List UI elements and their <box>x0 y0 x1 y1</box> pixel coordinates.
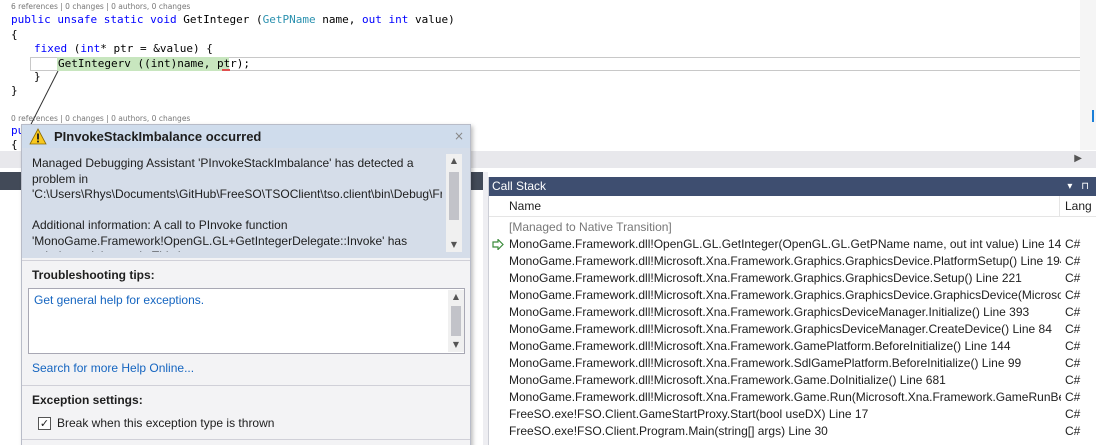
current-frame-arrow-icon <box>492 239 504 250</box>
search-help-online-link[interactable]: Search for more Help Online... <box>32 361 194 375</box>
codelens-info[interactable]: 0 references | 0 changes | 0 authors, 0 … <box>11 114 190 123</box>
frame-language: C# <box>1065 237 1081 251</box>
tips-scrollbar[interactable]: ▲ ▼ <box>448 290 464 352</box>
frame-name: MonoGame.Framework.dll!Microsoft.Xna.Fra… <box>509 373 946 387</box>
frame-language: C# <box>1065 339 1081 353</box>
call-stack-titlebar[interactable]: Call Stack ▾ ⊓ <box>489 177 1096 196</box>
break-on-exception-label[interactable]: Break when this exception type is thrown <box>57 416 274 430</box>
codelens-info[interactable]: 6 references | 0 changes | 0 authors, 0 … <box>11 2 190 11</box>
frame-name: MonoGame.Framework.dll!Microsoft.Xna.Fra… <box>509 322 1052 336</box>
window-options-icon[interactable]: ▾ ⊓ <box>1067 177 1092 196</box>
frame-language: C# <box>1065 356 1081 370</box>
break-on-exception-checkbox[interactable]: ✓ <box>38 417 51 430</box>
close-icon[interactable]: × <box>454 127 464 145</box>
scroll-marker <box>1092 110 1094 122</box>
scroll-thumb[interactable] <box>451 306 461 336</box>
troubleshooting-tips-list: Get general help for exceptions. ▲ ▼ <box>28 288 465 354</box>
frame-name: FreeSO.exe!FSO.Client.Program.Main(strin… <box>509 424 828 438</box>
call-stack-row[interactable]: MonoGame.Framework.dll!Microsoft.Xna.Fra… <box>489 270 1096 287</box>
call-stack-row[interactable]: MonoGame.Framework.dll!Microsoft.Xna.Fra… <box>489 372 1096 389</box>
column-divider[interactable] <box>1059 196 1060 216</box>
code-line-brace: { <box>11 138 18 151</box>
call-stack-title: Call Stack <box>492 179 547 193</box>
popup-header: PInvokeStackImbalance occurred × <box>22 125 470 148</box>
column-header-name[interactable]: Name <box>509 196 541 216</box>
frame-language: C# <box>1065 271 1081 285</box>
call-stack-row[interactable]: FreeSO.exe!FSO.Client.Program.Main(strin… <box>489 423 1096 440</box>
exception-helper-popup: PInvokeStackImbalance occurred × Managed… <box>21 124 471 445</box>
frame-name: [Managed to Native Transition] <box>509 220 672 234</box>
frame-name: MonoGame.Framework.dll!Microsoft.Xna.Fra… <box>509 339 1011 353</box>
call-stack-row[interactable]: FreeSO.exe!FSO.Client.GameStartProxy.Sta… <box>489 406 1096 423</box>
frame-name: MonoGame.Framework.dll!Microsoft.Xna.Fra… <box>509 254 1061 268</box>
frame-language: C# <box>1065 407 1081 421</box>
tips-heading: Troubleshooting tips: <box>32 268 155 282</box>
message-scrollbar[interactable]: ▲ ▼ <box>446 154 462 252</box>
frame-language: C# <box>1065 305 1081 319</box>
frame-name: MonoGame.Framework.dll!OpenGL.GL.GetInte… <box>509 237 1061 251</box>
general-help-link[interactable]: Get general help for exceptions. <box>34 293 204 307</box>
frame-name: MonoGame.Framework.dll!Microsoft.Xna.Fra… <box>509 288 1061 302</box>
error-squiggle <box>222 69 230 71</box>
code-line-fixed: fixed (int* ptr = &value) { <box>34 42 213 55</box>
frame-name: FreeSO.exe!FSO.Client.GameStartProxy.Sta… <box>509 407 869 421</box>
code-line-brace: } <box>34 70 41 83</box>
scroll-up-icon[interactable]: ▲ <box>446 154 462 168</box>
scroll-thumb[interactable] <box>449 172 459 220</box>
scroll-up-icon[interactable]: ▲ <box>448 290 464 304</box>
message-paragraph: Managed Debugging Assistant 'PInvokeStac… <box>32 156 442 201</box>
call-stack-row[interactable]: MonoGame.Framework.dll!Microsoft.Xna.Fra… <box>489 287 1096 304</box>
call-stack-header: Name Lang <box>489 196 1096 217</box>
scroll-right-icon[interactable]: ▶ <box>1074 153 1082 164</box>
scroll-down-icon[interactable]: ▼ <box>448 338 464 352</box>
call-stack-row[interactable]: [Managed to Native Transition] <box>489 219 1096 236</box>
call-stack-row[interactable]: MonoGame.Framework.dll!Microsoft.Xna.Fra… <box>489 389 1096 406</box>
frame-language: C# <box>1065 322 1081 336</box>
scroll-down-icon[interactable]: ▼ <box>446 238 462 252</box>
warning-icon <box>29 128 47 145</box>
frame-name: MonoGame.Framework.dll!Microsoft.Xna.Fra… <box>509 390 1061 404</box>
frame-language: C# <box>1065 288 1081 302</box>
frame-language: C# <box>1065 254 1081 268</box>
frame-language: C# <box>1065 373 1081 387</box>
call-stack-row[interactable]: MonoGame.Framework.dll!Microsoft.Xna.Fra… <box>489 355 1096 372</box>
message-paragraph: Additional information: A call to PInvok… <box>32 218 408 252</box>
divider <box>22 385 470 386</box>
frame-name: MonoGame.Framework.dll!Microsoft.Xna.Fra… <box>509 271 1022 285</box>
code-line-brace: { <box>11 28 18 41</box>
frame-language: C# <box>1065 390 1081 404</box>
divider <box>22 439 470 440</box>
call-stack-window: Call Stack ▾ ⊓ Name Lang [Managed to Nat… <box>488 177 1096 445</box>
code-line-brace: } <box>11 84 18 97</box>
divider <box>22 260 470 261</box>
call-stack-rows: [Managed to Native Transition] MonoGame.F… <box>489 219 1096 440</box>
exception-message[interactable]: Managed Debugging Assistant 'PInvokeStac… <box>32 156 442 252</box>
editor-vertical-scrollbar[interactable] <box>1080 0 1096 150</box>
call-stack-row[interactable]: MonoGame.Framework.dll!Microsoft.Xna.Fra… <box>489 338 1096 355</box>
call-stack-row[interactable]: MonoGame.Framework.dll!Microsoft.Xna.Fra… <box>489 304 1096 321</box>
call-stack-row[interactable]: MonoGame.Framework.dll!OpenGL.GL.GetInte… <box>489 236 1096 253</box>
exception-message-area: Managed Debugging Assistant 'PInvokeStac… <box>22 148 470 258</box>
call-stack-row[interactable]: MonoGame.Framework.dll!Microsoft.Xna.Fra… <box>489 321 1096 338</box>
code-line-signature: public unsafe static void GetInteger (Ge… <box>11 13 455 26</box>
popup-title: PInvokeStackImbalance occurred <box>54 129 262 144</box>
frame-language: C# <box>1065 424 1081 438</box>
call-stack-row[interactable]: MonoGame.Framework.dll!Microsoft.Xna.Fra… <box>489 253 1096 270</box>
frame-name: MonoGame.Framework.dll!Microsoft.Xna.Fra… <box>509 305 1030 319</box>
frame-name: MonoGame.Framework.dll!Microsoft.Xna.Fra… <box>509 356 1022 370</box>
exception-settings-heading: Exception settings: <box>32 393 143 407</box>
column-header-language[interactable]: Lang <box>1065 196 1092 216</box>
checkmark-icon: ✓ <box>39 417 50 430</box>
